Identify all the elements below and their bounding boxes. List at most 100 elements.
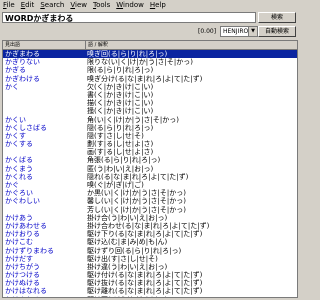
entry-word: かけぬける <box>5 279 40 288</box>
list-item[interactable]: かく 欠(く|か|き|け|こ|い) <box>3 83 297 91</box>
count-label: [0.00] <box>198 28 217 35</box>
list-item[interactable]: 芳し(い|く|け|か|う|さ|そ|かっ) <box>3 206 297 214</box>
list-item[interactable]: 掻(く|か|き|け|こ|い) <box>3 107 297 115</box>
entry-definition: 掛け合わせ(る|な|ま|れ|ろ|よ|て|た|ず) <box>87 221 210 230</box>
list-item[interactable]: かくまう 匿(う|わ|い|え|お|っ) <box>3 165 297 173</box>
list-item[interactable]: かくする 劃(す|る|し|せ|よ|さ) <box>3 140 297 148</box>
entry-definition: 限(る|ら|り|れ|ろ|っ) <box>87 66 154 75</box>
list-item[interactable]: かけちがう 掛け違(う|わ|い|え|お|っ) <box>3 263 297 271</box>
entry-word: かぎまわる <box>5 50 40 58</box>
entry-definition: 隠れ(る|な|ま|れ|ろ|よ|て|た|ず) <box>87 172 189 181</box>
entry-definition: 駆けずり回(る|ら|り|れ|ろ|っ) <box>87 246 182 255</box>
header-definition[interactable]: 語 / 解釈 <box>85 41 108 49</box>
options-row: [0.00] HENJIRO ▼ 自動検索 <box>2 26 298 38</box>
list-item[interactable]: かけだす 駆け出(す|さ|し|せ|そ) <box>3 255 297 263</box>
entry-definition: 掛け違(う|わ|い|え|お|っ) <box>87 262 168 271</box>
entry-word: かけちがう <box>5 262 40 271</box>
menu-item-tools[interactable]: Tools <box>90 0 113 11</box>
entry-definition: 芳し(い|く|け|か|う|さ|そ|かっ) <box>87 205 186 214</box>
entry-word: かけこむ <box>5 238 33 247</box>
search-button[interactable]: 検索 <box>258 12 296 23</box>
search-row: WORDかぎまわる 検索 <box>2 12 298 25</box>
entry-word: かぐろい <box>5 189 33 198</box>
entry-definition: 駆け出(す|さ|し|せ|そ) <box>87 254 158 263</box>
entry-definition: 駆け回(る|ら|り|れ|ろ|っ) <box>87 296 167 297</box>
entry-definition: 劃(す|る|し|せ|よ|さ) <box>87 140 154 149</box>
entry-definition: 角(い|く|け|か|う|さ|そ|かっ) <box>87 115 179 124</box>
entry-word: かぐわしい <box>5 197 40 206</box>
menu-bar: File Edit Search View Tools Window Help <box>0 0 300 11</box>
search-input[interactable]: WORDかぎまわる <box>2 12 256 23</box>
list-item[interactable]: かぐわしい 馨し(い|く|け|か|う|さ|そ|かっ) <box>3 197 297 205</box>
list-item[interactable]: かくしさばる 隠(る|ら|り|れ|ろ|っ) <box>3 124 297 132</box>
entry-definition: 掛け合(う|わ|い|え|お|っ) <box>87 213 168 222</box>
menu-item-label: elp <box>155 1 166 9</box>
menu-item-label: ile <box>6 1 15 9</box>
menu-item-label: iew <box>75 1 87 9</box>
entry-definition: 匿(う|わ|い|え|お|っ) <box>87 164 154 173</box>
menu-item-label: dit <box>25 1 35 9</box>
menu-item-label: ools <box>96 1 111 9</box>
entry-definition: 角張(る|ら|り|れ|ろ|っ) <box>87 156 161 165</box>
entry-definition: 嗅ぎ分け(る|な|ま|れ|ろ|よ|て|た|ず) <box>87 74 203 83</box>
dictionary-select-value: HENJIRO <box>223 28 249 35</box>
auto-search-button[interactable]: 自動検索 <box>258 26 296 37</box>
entry-word: かけはなれる <box>5 287 47 296</box>
list-item[interactable]: かけまわる 駆け回(る|ら|り|れ|ろ|っ) <box>3 296 297 297</box>
entry-word: かくす <box>5 131 26 140</box>
list-item[interactable]: 書(く|か|き|け|こ|い) <box>3 91 297 99</box>
menu-item-label: earch <box>44 1 65 9</box>
entry-word: かくまう <box>5 164 33 173</box>
entry-word: かけあう <box>5 213 33 222</box>
entry-definition: 嗅ぎ回(る|ら|り|れ|ろ|っ) <box>87 50 168 58</box>
chevron-down-icon[interactable]: ▼ <box>248 27 257 36</box>
menu-item-edit[interactable]: Edit <box>18 0 38 11</box>
list-item[interactable]: かけあう 掛け合(う|わ|い|え|お|っ) <box>3 214 297 222</box>
list-item[interactable]: かぐ 嗅(ぐ|が|ぎ|げ|ご) <box>3 181 297 189</box>
list-item[interactable]: かけずりまわる 駆けずり回(る|ら|り|れ|ろ|っ) <box>3 247 297 255</box>
list-item[interactable]: かくれる 隠れ(る|な|ま|れ|ろ|よ|て|た|ず) <box>3 173 297 181</box>
dictionary-select[interactable]: HENJIRO ▼ <box>220 26 258 37</box>
menu-item-search[interactable]: Search <box>37 0 67 11</box>
entry-word: かぎりない <box>5 58 40 67</box>
menu-item-window[interactable]: Window <box>113 0 147 11</box>
entry-word: かくする <box>5 140 33 149</box>
menu-item-help[interactable]: Help <box>147 0 169 11</box>
list-item[interactable]: かくばる 角張(る|ら|り|れ|ろ|っ) <box>3 156 297 164</box>
entry-definition: 隠(す|さ|し|せ|そ) <box>87 131 144 140</box>
list-item[interactable]: かぎまわる 嗅ぎ回(る|ら|り|れ|ろ|っ) <box>3 50 297 59</box>
entry-word: かくい <box>5 115 26 124</box>
entry-word: かけだす <box>5 254 33 263</box>
entry-definition: 馨し(い|く|け|か|う|さ|そ|かっ) <box>87 197 186 206</box>
list-item[interactable]: かけはなれる 駆け離れ(る|な|ま|れ|ろ|よ|て|た|ず) <box>3 287 297 295</box>
entry-definition: 書(く|か|き|け|こ|い) <box>87 90 154 99</box>
entry-definition: 駆け離れ(る|な|ま|れ|ろ|よ|て|た|ず) <box>87 287 203 296</box>
list-item[interactable]: かけあわせる 掛け合わせ(る|な|ま|れ|ろ|よ|て|た|ず) <box>3 222 297 230</box>
entry-definition: 嗅(ぐ|が|ぎ|げ|ご) <box>87 181 144 189</box>
header-word[interactable]: 見出語 <box>5 41 20 49</box>
results-list: 見出語 語 / 解釈 かぎまわる 嗅ぎ回(る|ら|り|れ|ろ|っ) かぎりない 限りな… <box>2 40 298 298</box>
list-item[interactable]: かけこむ 駆け込(む|ま|み|め|も|ん) <box>3 238 297 246</box>
list-item[interactable]: かぎる 限(る|ら|り|れ|ろ|っ) <box>3 66 297 74</box>
entry-word: かく <box>5 82 19 91</box>
entry-definition: 欠(く|か|き|け|こ|い) <box>87 82 154 91</box>
app-window: File Edit Search View Tools Window Help WORDかぎ… <box>0 0 300 300</box>
menu-item-label: indow <box>123 1 144 9</box>
entry-word: かけおりる <box>5 230 40 239</box>
entry-word: かけつける <box>5 271 40 280</box>
entry-word: かくしさばる <box>5 123 47 132</box>
list-header: 見出語 語 / 解釈 <box>3 41 297 50</box>
entry-word: かくばる <box>5 156 33 165</box>
entry-definition: 駆け込(む|ま|み|め|も|ん) <box>87 238 168 247</box>
list-item[interactable]: かくい 角(い|く|け|か|う|さ|そ|かっ) <box>3 116 297 124</box>
entry-word: かけあわせる <box>5 221 47 230</box>
menu-item-file[interactable]: File <box>0 0 18 11</box>
entry-definition: 掻(く|か|き|け|こ|い) <box>87 107 154 116</box>
menu-item-view[interactable]: View <box>67 0 90 11</box>
entry-word: かぎる <box>5 66 26 75</box>
entry-word: かぐ <box>5 181 19 189</box>
list-rows: かぎまわる 嗅ぎ回(る|ら|り|れ|ろ|っ) かぎりない 限りな(い|く|け|か|う|… <box>3 50 297 297</box>
entry-definition: 隠(る|ら|り|れ|ろ|っ) <box>87 123 154 132</box>
list-item[interactable]: かぎわける 嗅ぎ分け(る|な|ま|れ|ろ|よ|て|た|ず) <box>3 75 297 83</box>
list-item[interactable]: かくす 隠(す|さ|し|せ|そ) <box>3 132 297 140</box>
